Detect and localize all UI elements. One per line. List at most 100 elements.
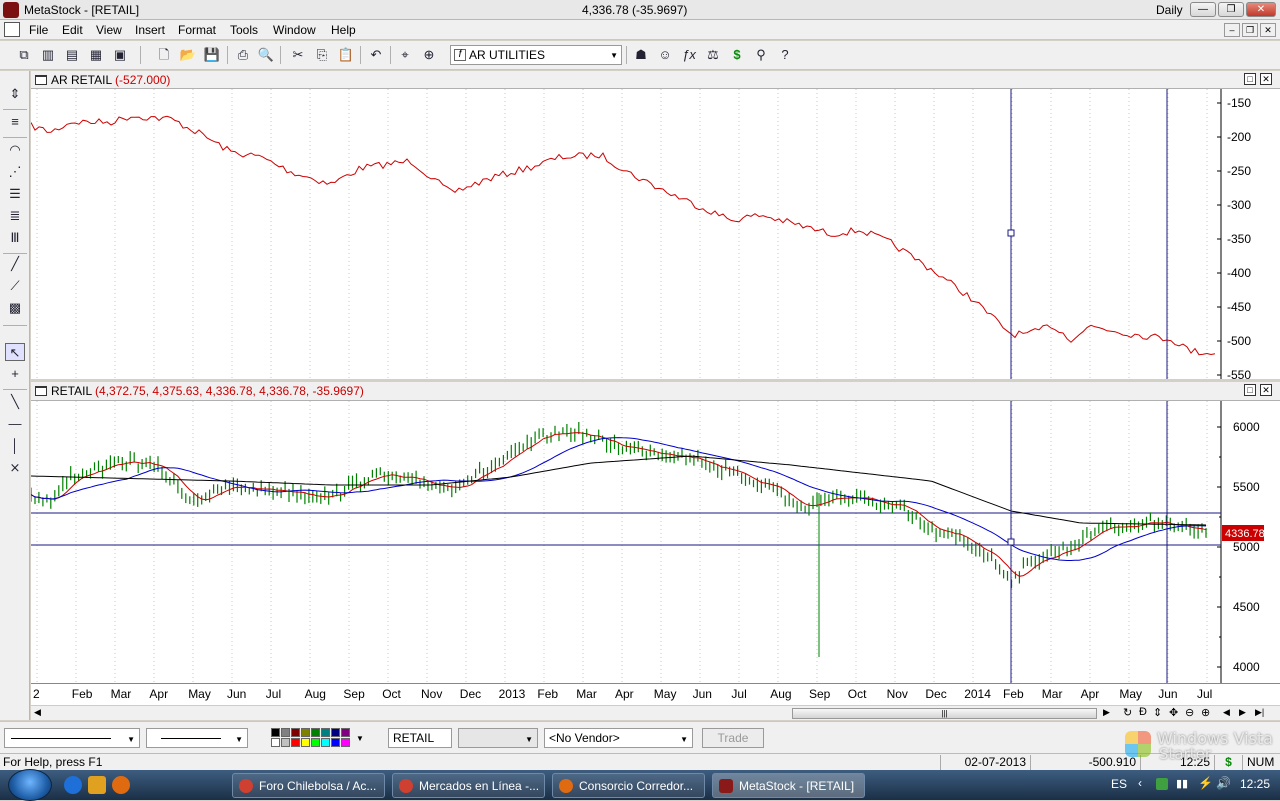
expert-advisor-icon[interactable]: ☗: [631, 46, 651, 64]
metastock-app-icon[interactable]: [3, 2, 19, 18]
horizontal-line-icon[interactable]: —: [5, 415, 25, 433]
color-swatch[interactable]: [321, 728, 330, 737]
zoom-icon[interactable]: ⊕: [419, 46, 439, 64]
diagonal-line-icon[interactable]: ╲: [5, 393, 25, 411]
color-swatch[interactable]: [301, 738, 310, 747]
line-tool-icon[interactable]: ╱: [5, 255, 25, 273]
tray-volume-icon[interactable]: 🔊: [1216, 776, 1231, 790]
color-swatch[interactable]: [341, 728, 350, 737]
task-mercados-en-linea[interactable]: Mercados en Línea -...: [392, 773, 545, 798]
crosshair-tool-icon[interactable]: +: [5, 365, 25, 383]
tray-power-icon[interactable]: ⚡: [1198, 776, 1213, 790]
menu-window[interactable]: Window: [273, 23, 316, 37]
firefox-icon[interactable]: [112, 776, 130, 794]
menu-file[interactable]: File: [29, 23, 48, 37]
print-preview-icon[interactable]: 🔍: [256, 46, 276, 64]
menu-format[interactable]: Format: [178, 23, 216, 37]
menu-insert[interactable]: Insert: [135, 23, 165, 37]
color-swatch[interactable]: [291, 738, 300, 747]
color-palette[interactable]: [271, 728, 355, 748]
pane-close-icon[interactable]: ✕: [1260, 384, 1272, 396]
trendline-tool-icon[interactable]: ≡: [5, 113, 25, 131]
vendor-select[interactable]: <No Vendor> ▼: [544, 728, 693, 748]
document-icon[interactable]: [4, 22, 20, 37]
tile-vertical-icon[interactable]: ▥: [38, 46, 58, 64]
menu-view[interactable]: View: [96, 23, 122, 37]
color-swatch[interactable]: [321, 738, 330, 747]
copy-icon[interactable]: ⎘: [312, 46, 332, 64]
pane-header-ar-retail[interactable]: AR RETAIL (-527.000) □ ✕: [31, 71, 1280, 89]
retracement-tool-icon[interactable]: ≣: [5, 207, 25, 225]
taskbar-clock[interactable]: 12:25: [1240, 777, 1270, 791]
color-swatch[interactable]: [271, 728, 280, 737]
tile-grid-icon[interactable]: ▦: [86, 46, 106, 64]
task-consorcio-corredor[interactable]: Consorcio Corredor...: [552, 773, 705, 798]
pane-close-icon[interactable]: ✕: [1260, 73, 1272, 85]
data-window-icon[interactable]: Ð: [1139, 706, 1147, 718]
expert-advisor-select[interactable]: f AR UTILITIES ▼: [450, 45, 622, 65]
task-metastock[interactable]: MetaStock - [RETAIL]: [712, 773, 865, 798]
vertical-line-icon[interactable]: │: [5, 437, 25, 455]
text-tool-icon[interactable]: ⨯: [5, 459, 25, 477]
menu-tools[interactable]: Tools: [230, 23, 258, 37]
scroll-end-icon[interactable]: ▶|: [1255, 707, 1264, 718]
menu-edit[interactable]: Edit: [62, 23, 83, 37]
system-tester-icon[interactable]: ⚖: [703, 46, 723, 64]
indicator-builder-icon[interactable]: ƒx: [679, 46, 699, 64]
context-help-icon[interactable]: ?: [775, 46, 795, 64]
cascade-icon[interactable]: ⧉: [14, 46, 34, 64]
scroll-forward-icon[interactable]: ▶: [1239, 707, 1246, 718]
mdi-restore-button[interactable]: ❐: [1242, 23, 1258, 37]
line-style-select[interactable]: ▼: [4, 728, 140, 748]
fibonacci-tool-icon[interactable]: ☰: [5, 185, 25, 203]
minimize-button[interactable]: —: [1190, 2, 1216, 17]
open-icon[interactable]: 📂: [178, 46, 198, 64]
language-indicator[interactable]: ES: [1111, 777, 1127, 791]
horizontal-scrollbar[interactable]: ◀ ||| ▶ ↻ Ð ⇕ ✥ ⊖ ⊕ ◀ ▶ ▶|: [31, 705, 1280, 720]
line-weight-select[interactable]: ▼: [146, 728, 248, 748]
palette-chevron-down-icon[interactable]: ▼: [356, 734, 364, 743]
trade-button[interactable]: Trade: [702, 728, 764, 748]
color-swatch[interactable]: [291, 728, 300, 737]
color-swatch[interactable]: [331, 738, 340, 747]
period-select[interactable]: ▼: [458, 728, 538, 748]
arc-tool-icon[interactable]: ◠: [5, 141, 25, 159]
zoom-out-icon[interactable]: ⊖: [1185, 706, 1194, 719]
paste-icon[interactable]: 📋: [336, 46, 356, 64]
scroll-back-icon[interactable]: ◀: [1223, 707, 1230, 718]
scroll-arrows-icon[interactable]: ⇕: [5, 85, 25, 103]
gann-grid-icon[interactable]: ▩: [5, 299, 25, 317]
internet-explorer-icon[interactable]: [64, 776, 82, 794]
pan-icon[interactable]: ✥: [1169, 706, 1178, 719]
tile-horizontal-icon[interactable]: ▤: [62, 46, 82, 64]
security-field[interactable]: RETAIL: [388, 728, 452, 748]
mdi-minimize-button[interactable]: –: [1224, 23, 1240, 37]
new-icon[interactable]: 🗋: [154, 46, 174, 64]
undo-icon[interactable]: ↶: [366, 46, 386, 64]
crosshair-icon[interactable]: ⌖: [395, 46, 415, 64]
pane-header-retail[interactable]: RETAIL (4,372.75, 4,375.63, 4,336.78, 4,…: [31, 382, 1280, 401]
close-button[interactable]: ✕: [1246, 2, 1276, 17]
zoom-in-icon[interactable]: ⊕: [1201, 706, 1210, 719]
tray-update-icon[interactable]: [1156, 778, 1168, 790]
color-swatch[interactable]: [331, 728, 340, 737]
color-swatch[interactable]: [271, 738, 280, 747]
tray-network-icon[interactable]: ▮▮: [1176, 777, 1188, 790]
speed-lines-icon[interactable]: ⟋: [5, 277, 25, 295]
pointer-tool-icon[interactable]: ↖: [5, 343, 25, 361]
color-swatch[interactable]: [281, 738, 290, 747]
menu-help[interactable]: Help: [331, 23, 356, 37]
cut-icon[interactable]: ✂: [288, 46, 308, 64]
scroll-thumb[interactable]: |||: [792, 708, 1097, 719]
dollar-icon[interactable]: $: [727, 46, 747, 64]
color-swatch[interactable]: [301, 728, 310, 737]
refresh-icon[interactable]: ↻: [1123, 706, 1132, 719]
fan-tool-icon[interactable]: ⋰: [5, 163, 25, 181]
color-swatch[interactable]: [311, 738, 320, 747]
scroll-right-icon[interactable]: ▶: [1103, 707, 1110, 718]
media-player-icon[interactable]: [88, 776, 106, 794]
binoculars-icon[interactable]: ⚲: [751, 46, 771, 64]
print-icon[interactable]: ⎙: [233, 46, 253, 64]
arrange-icon[interactable]: ▣: [110, 46, 130, 64]
cycle-lines-icon[interactable]: Ⅲ: [5, 229, 25, 247]
